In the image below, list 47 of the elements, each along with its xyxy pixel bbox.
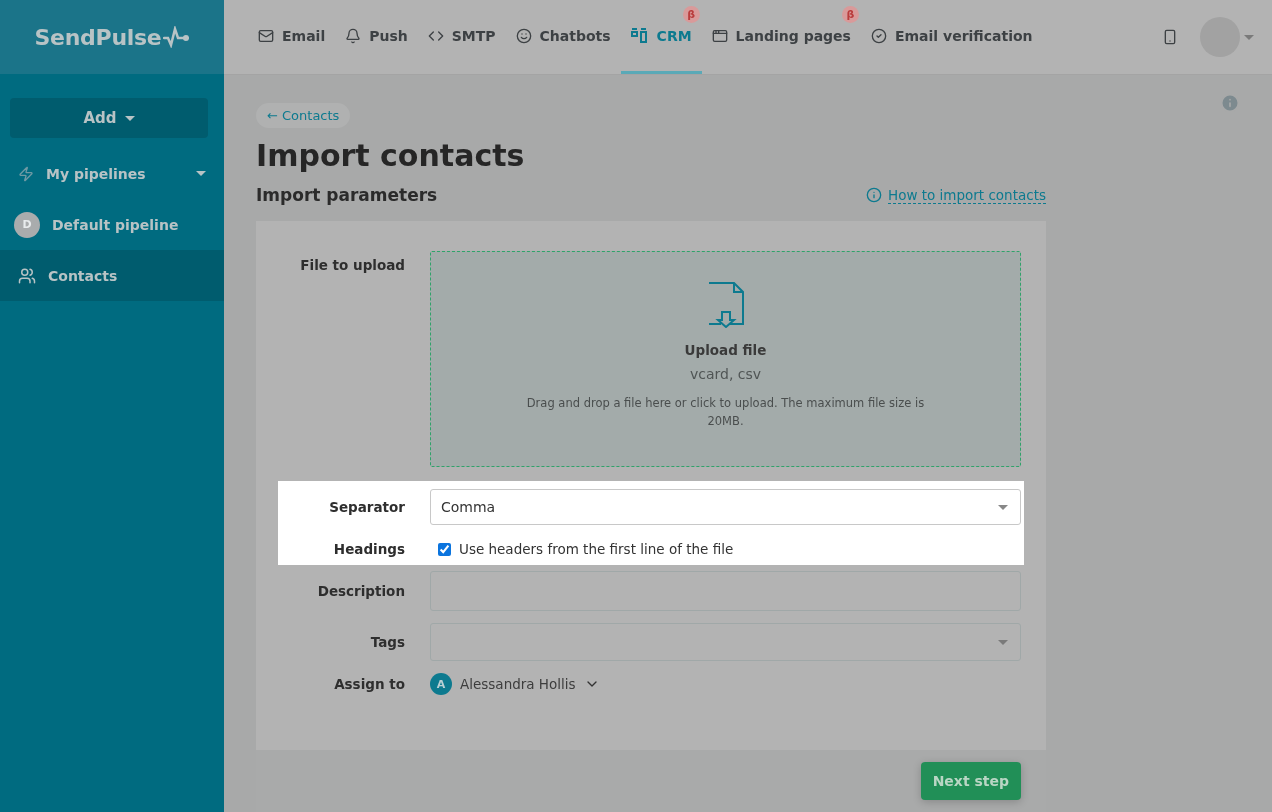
- field-label: Assign to: [333, 676, 405, 692]
- users-icon: [18, 266, 36, 285]
- field-label: File to upload: [299, 256, 405, 273]
- field-label: Headings: [332, 541, 405, 557]
- nav-icon: [258, 27, 274, 44]
- upload-title: Upload file: [684, 342, 767, 358]
- beta-badge: β: [682, 6, 700, 23]
- field-label: Description: [316, 583, 405, 599]
- nav-tab[interactable]: SMTP: [417, 0, 506, 74]
- field-label: Tags: [369, 634, 405, 650]
- nav-icon: [870, 27, 887, 44]
- beta-badge: β: [841, 6, 859, 23]
- pulse-icon: [163, 26, 190, 48]
- nav-tab[interactable]: Email verification: [860, 0, 1043, 74]
- field-label: Separator: [328, 499, 405, 515]
- assignee-name[interactable]: Alessandra Hollis: [460, 676, 576, 692]
- next-step-button[interactable]: Next step: [920, 762, 1021, 800]
- select-field[interactable]: [430, 623, 1021, 661]
- bolt-icon: [18, 165, 34, 182]
- checkbox[interactable]: [438, 542, 451, 556]
- checkbox-label[interactable]: Use headers from the first line of the file: [459, 541, 734, 557]
- nav-tab[interactable]: Email: [248, 0, 336, 74]
- upload-dropzone[interactable]: Upload file vcard, csv Drag and drop a file here or click to upload. The maximum file size is 20MB.: [430, 251, 1021, 467]
- caret-icon: [196, 171, 206, 176]
- page-title: Import contacts: [256, 138, 526, 173]
- file-download-icon: [707, 282, 744, 328]
- select-field[interactable]: Comma: [430, 489, 1021, 525]
- sidebar-item[interactable]: D Default pipeline: [0, 199, 224, 250]
- file-formats: vcard, csv: [689, 366, 762, 382]
- nav-icon: [711, 27, 728, 44]
- upload-hint: Drag and drop a file here or click to upload. The maximum file size is 20MB.: [525, 395, 926, 430]
- add-button[interactable]: Add: [10, 98, 208, 138]
- info-icon: [866, 187, 882, 203]
- sidebar-item[interactable]: Contacts: [0, 250, 224, 301]
- nav-icon: [515, 27, 532, 44]
- nav-tab[interactable]: Push: [335, 0, 418, 74]
- columns-icon: [630, 27, 649, 44]
- nav-icon: [345, 27, 362, 44]
- info-icon[interactable]: [1220, 93, 1240, 113]
- nav-tab[interactable]: Chatbots: [505, 0, 621, 74]
- nav-tab[interactable]: β Landing pages: [701, 0, 861, 74]
- sidebar-item[interactable]: My pipelines: [0, 148, 224, 199]
- pipeline-avatar: D: [14, 211, 40, 238]
- section-title: Import parameters: [256, 185, 438, 205]
- caret-icon[interactable]: [1244, 34, 1254, 40]
- phone-icon[interactable]: [1162, 29, 1178, 45]
- user-initial-avatar: A: [430, 673, 452, 695]
